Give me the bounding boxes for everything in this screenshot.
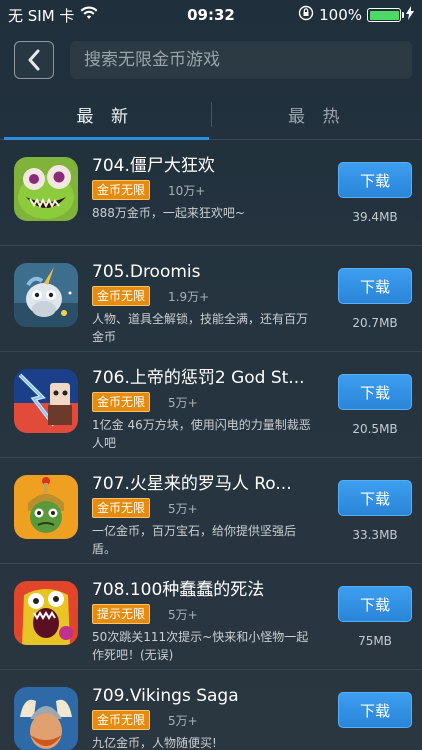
download-count: 5万+	[168, 395, 198, 410]
zombie-icon[interactable]	[14, 157, 78, 221]
status-bar: 无 SIM 卡 09:32 100%	[0, 0, 422, 30]
status-badge: 提示无限	[92, 604, 151, 624]
app-description: 九亿金币，人物随便买!	[92, 736, 217, 750]
list-item[interactable]: 705.Droomis 金币无限 1.9万+ 人物、道具全解锁，技能全满，还有百…	[0, 246, 422, 352]
action-column: 下载 33.3MB	[338, 480, 412, 542]
wifi-icon	[80, 6, 98, 24]
app-description: 1亿金 46万方块，使用闪电的力量制裁恶人吧	[92, 418, 311, 450]
app-title[interactable]: 705.Droomis	[92, 261, 320, 283]
app-info: 708.100种蠢蠢的死法 提示无限 5万+ 50次跳关111次提示~快来和小怪…	[92, 579, 338, 664]
app-info: 707.火星来的罗马人 Ro... 金币无限 5万+ 一亿金币，百万宝石，给你提…	[92, 473, 338, 558]
battery-percent: 100%	[319, 6, 362, 24]
search-row	[0, 30, 422, 90]
app-meta: 提示无限 5万+	[92, 604, 338, 624]
app-meta: 金币无限 5万+	[92, 392, 338, 412]
download-count: 5万+	[168, 713, 198, 728]
download-count: 10万+	[168, 183, 206, 198]
unicorn-icon[interactable]	[14, 263, 78, 327]
download-count: 5万+	[168, 501, 198, 516]
action-column: 下载 39.4MB	[338, 162, 412, 224]
app-description: 人物、道具全解锁，技能全满，还有百万金币	[92, 312, 309, 344]
status-badge: 金币无限	[92, 180, 151, 200]
list-item[interactable]: 706.上帝的惩罚2 God St... 金币无限 5万+ 1亿金 46万方块，…	[0, 352, 422, 458]
file-size: 75MB	[358, 634, 392, 648]
download-button[interactable]: 下载	[338, 268, 412, 304]
download-button[interactable]: 下载	[338, 480, 412, 516]
list-item[interactable]: 707.火星来的罗马人 Ro... 金币无限 5万+ 一亿金币，百万宝石，给你提…	[0, 458, 422, 564]
lightning-icon[interactable]	[14, 369, 78, 433]
app-meta: 金币无限 5万+	[92, 498, 338, 518]
battery-icon	[367, 8, 404, 22]
charging-icon	[406, 6, 414, 24]
monster-icon[interactable]	[14, 581, 78, 645]
viking-icon[interactable]	[14, 687, 78, 750]
app-info: 706.上帝的惩罚2 God St... 金币无限 5万+ 1亿金 46万方块，…	[92, 367, 338, 452]
app-title[interactable]: 709.Vikings Saga	[92, 685, 320, 707]
back-button[interactable]	[14, 41, 54, 79]
download-button[interactable]: 下载	[338, 374, 412, 410]
list-item[interactable]: 709.Vikings Saga 金币无限 5万+ 九亿金币，人物随便买! 下载	[0, 670, 422, 750]
status-badge: 金币无限	[92, 710, 151, 730]
download-count: 5万+	[168, 607, 198, 622]
tab-bar: 最 新 最 热	[0, 90, 422, 140]
app-title[interactable]: 704.僵尸大狂欢	[92, 155, 320, 177]
tab-newest[interactable]: 最 新	[0, 90, 211, 140]
action-column: 下载 20.7MB	[338, 268, 412, 330]
app-list: 704.僵尸大狂欢 金币无限 10万+ 888万金币，一起来狂欢吧~ 下载 39…	[0, 140, 422, 750]
download-count: 1.9万+	[168, 289, 210, 304]
tab-hottest[interactable]: 最 热	[212, 90, 422, 139]
download-button[interactable]: 下载	[338, 586, 412, 622]
carrier-label: 无 SIM 卡	[8, 6, 75, 25]
status-badge: 金币无限	[92, 286, 151, 306]
file-size: 39.4MB	[352, 210, 398, 224]
app-title[interactable]: 708.100种蠢蠢的死法	[92, 579, 320, 601]
status-time: 09:32	[187, 6, 235, 24]
chevron-left-icon	[28, 49, 40, 71]
action-column: 下载	[338, 692, 412, 740]
app-meta: 金币无限 10万+	[92, 180, 338, 200]
search-input[interactable]	[70, 41, 412, 79]
action-column: 下载 20.5MB	[338, 374, 412, 436]
app-description: 888万金币，一起来狂欢吧~	[92, 206, 245, 220]
action-column: 下载 75MB	[338, 586, 412, 648]
app-description: 50次跳关111次提示~快来和小怪物一起作死吧！(无误)	[92, 630, 309, 662]
app-info: 704.僵尸大狂欢 金币无限 10万+ 888万金币，一起来狂欢吧~	[92, 155, 338, 222]
roman-icon[interactable]	[14, 475, 78, 539]
list-item[interactable]: 708.100种蠢蠢的死法 提示无限 5万+ 50次跳关111次提示~快来和小怪…	[0, 564, 422, 670]
status-badge: 金币无限	[92, 498, 151, 518]
rotation-lock-icon	[298, 5, 314, 25]
file-size: 20.7MB	[352, 316, 398, 330]
app-title[interactable]: 706.上帝的惩罚2 God St...	[92, 367, 320, 389]
status-left: 无 SIM 卡	[8, 5, 98, 26]
app-meta: 金币无限 1.9万+	[92, 286, 338, 306]
app-info: 709.Vikings Saga 金币无限 5万+ 九亿金币，人物随便买!	[92, 685, 338, 750]
status-right: 100%	[298, 5, 414, 25]
file-size: 20.5MB	[352, 422, 398, 436]
status-badge: 金币无限	[92, 392, 151, 412]
app-info: 705.Droomis 金币无限 1.9万+ 人物、道具全解锁，技能全满，还有百…	[92, 261, 338, 346]
app-meta: 金币无限 5万+	[92, 710, 338, 730]
download-button[interactable]: 下载	[338, 692, 412, 728]
app-title[interactable]: 707.火星来的罗马人 Ro...	[92, 473, 320, 495]
app-description: 一亿金币，百万宝石，给你提供坚强后盾。	[92, 524, 297, 556]
download-button[interactable]: 下载	[338, 162, 412, 198]
list-item[interactable]: 704.僵尸大狂欢 金币无限 10万+ 888万金币，一起来狂欢吧~ 下载 39…	[0, 140, 422, 246]
file-size: 33.3MB	[352, 528, 398, 542]
